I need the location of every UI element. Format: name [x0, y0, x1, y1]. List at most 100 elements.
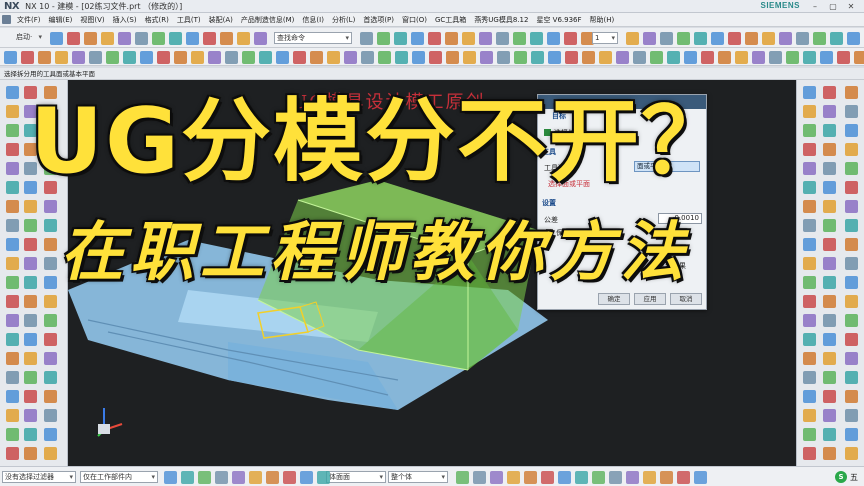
- left-tool-icon[interactable]: [6, 238, 19, 251]
- left-tool-icon[interactable]: [44, 447, 57, 460]
- main-tool-icon[interactable]: [813, 32, 826, 45]
- right-tool-icon[interactable]: [823, 447, 836, 460]
- main-tool-icon[interactable]: [101, 32, 114, 45]
- right-tool-icon[interactable]: [823, 276, 836, 289]
- right-tool-icon[interactable]: [823, 409, 836, 422]
- left-tool-icon[interactable]: [6, 428, 19, 441]
- left-tool-icon[interactable]: [6, 352, 19, 365]
- left-tool-icon[interactable]: [24, 219, 37, 232]
- right-tool-icon[interactable]: [823, 124, 836, 137]
- right-tool-icon[interactable]: [823, 333, 836, 346]
- left-tool-icon[interactable]: [24, 352, 37, 365]
- secondary-tool-icon[interactable]: [837, 51, 850, 64]
- right-tool-icon[interactable]: [845, 219, 858, 232]
- secondary-tool-icon[interactable]: [412, 51, 425, 64]
- ime-indicator[interactable]: S 五: [835, 471, 858, 483]
- left-tool-icon[interactable]: [44, 295, 57, 308]
- secondary-tool-icon[interactable]: [735, 51, 748, 64]
- menu-file[interactable]: 文件(F): [13, 15, 45, 25]
- right-tool-icon[interactable]: [845, 428, 858, 441]
- right-tool-icon[interactable]: [803, 257, 816, 270]
- main-tool-icon[interactable]: [462, 32, 475, 45]
- menu-gc-toolbox[interactable]: GC工具箱: [431, 15, 470, 25]
- main-tool-icon[interactable]: [254, 32, 267, 45]
- main-tool-icon[interactable]: [513, 32, 526, 45]
- main-tool-icon[interactable]: [728, 32, 741, 45]
- main-tool-icon[interactable]: [479, 32, 492, 45]
- secondary-tool-icon[interactable]: [480, 51, 493, 64]
- main-tool-icon[interactable]: [220, 32, 233, 45]
- right-tool-icon[interactable]: [803, 143, 816, 156]
- secondary-tool-icon[interactable]: [208, 51, 221, 64]
- secondary-tool-icon[interactable]: [327, 51, 340, 64]
- secondary-tool-icon[interactable]: [4, 51, 17, 64]
- left-tool-icon[interactable]: [6, 447, 19, 460]
- secondary-tool-icon[interactable]: [565, 51, 578, 64]
- secondary-tool-icon[interactable]: [361, 51, 374, 64]
- right-tool-icon[interactable]: [803, 447, 816, 460]
- left-tool-icon[interactable]: [44, 352, 57, 365]
- right-tool-icon[interactable]: [823, 352, 836, 365]
- menu-preferences[interactable]: 首选项(P): [359, 15, 398, 25]
- left-tool-icon[interactable]: [24, 371, 37, 384]
- main-tool-icon[interactable]: [237, 32, 250, 45]
- apply-button[interactable]: 应用: [634, 293, 666, 305]
- right-tool-icon[interactable]: [803, 352, 816, 365]
- right-tool-icon[interactable]: [845, 352, 858, 365]
- right-tool-icon[interactable]: [823, 371, 836, 384]
- snap-tool-icon[interactable]: [592, 471, 605, 484]
- snap-tool-icon[interactable]: [266, 471, 279, 484]
- main-tool-icon[interactable]: [660, 32, 673, 45]
- right-tool-icon[interactable]: [845, 86, 858, 99]
- secondary-tool-icon[interactable]: [497, 51, 510, 64]
- minimize-icon[interactable]: –: [806, 0, 824, 13]
- left-tool-icon[interactable]: [24, 333, 37, 346]
- left-tool-icon[interactable]: [24, 409, 37, 422]
- right-tool-icon[interactable]: [823, 314, 836, 327]
- menu-insert[interactable]: 插入(S): [109, 15, 141, 25]
- secondary-tool-icon[interactable]: [582, 51, 595, 64]
- start-dropdown[interactable]: 启动·: [14, 32, 44, 44]
- main-tool-icon[interactable]: [169, 32, 182, 45]
- main-tool-icon[interactable]: [118, 32, 131, 45]
- right-tool-icon[interactable]: [803, 295, 816, 308]
- left-tool-icon[interactable]: [44, 238, 57, 251]
- snap-tool-icon[interactable]: [181, 471, 194, 484]
- right-tool-icon[interactable]: [845, 200, 858, 213]
- right-tool-icon[interactable]: [845, 371, 858, 384]
- secondary-tool-icon[interactable]: [344, 51, 357, 64]
- left-tool-icon[interactable]: [6, 143, 19, 156]
- menu-assembly[interactable]: 装配(A): [205, 15, 237, 25]
- left-tool-icon[interactable]: [44, 428, 57, 441]
- secondary-tool-icon[interactable]: [531, 51, 544, 64]
- left-tool-icon[interactable]: [6, 314, 19, 327]
- right-tool-icon[interactable]: [803, 409, 816, 422]
- snap-tool-icon[interactable]: [626, 471, 639, 484]
- right-tool-icon[interactable]: [823, 257, 836, 270]
- secondary-tool-icon[interactable]: [803, 51, 816, 64]
- left-tool-icon[interactable]: [6, 86, 19, 99]
- right-tool-icon[interactable]: [845, 314, 858, 327]
- snap-tool-icon[interactable]: [609, 471, 622, 484]
- main-tool-icon[interactable]: [847, 32, 860, 45]
- menu-help[interactable]: 帮助(H): [586, 15, 619, 25]
- secondary-tool-icon[interactable]: [191, 51, 204, 64]
- main-tool-icon[interactable]: [626, 32, 639, 45]
- left-tool-icon[interactable]: [44, 390, 57, 403]
- snap-tool-icon[interactable]: [541, 471, 554, 484]
- secondary-tool-icon[interactable]: [684, 51, 697, 64]
- snap-tool-icon[interactable]: [558, 471, 571, 484]
- ok-button[interactable]: 确定: [598, 293, 630, 305]
- view-select[interactable]: 体面面: [326, 471, 386, 483]
- main-tool-icon[interactable]: [445, 32, 458, 45]
- secondary-tool-icon[interactable]: [276, 51, 289, 64]
- right-tool-icon[interactable]: [845, 181, 858, 194]
- main-tool-icon[interactable]: [796, 32, 809, 45]
- secondary-tool-icon[interactable]: [599, 51, 612, 64]
- main-tool-icon[interactable]: [152, 32, 165, 45]
- secondary-tool-icon[interactable]: [616, 51, 629, 64]
- menu-window[interactable]: 窗口(O): [398, 15, 431, 25]
- secondary-tool-icon[interactable]: [429, 51, 442, 64]
- right-tool-icon[interactable]: [823, 200, 836, 213]
- main-tool-icon[interactable]: [762, 32, 775, 45]
